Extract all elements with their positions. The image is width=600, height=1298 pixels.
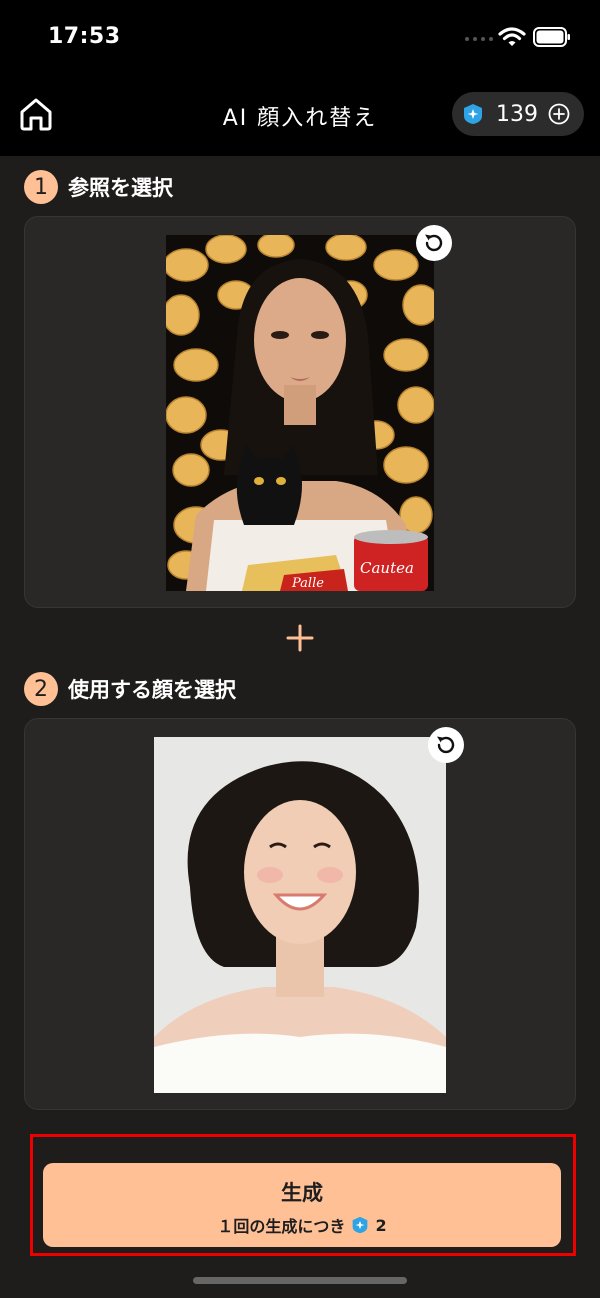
wifi-icon [498, 27, 526, 46]
generate-cost: １回の生成につき 2 [43, 1213, 561, 1237]
reference-photo-illustration: Palle Cautea [166, 235, 434, 591]
app-header: AI 顔入れ替え 139 [0, 70, 600, 156]
step-2-label: 使用する顔を選択 [68, 678, 236, 702]
generate-highlight-frame: 生成 １回の生成につき 2 [30, 1134, 576, 1256]
refresh-icon [425, 234, 443, 252]
credits-badge[interactable]: 139 [452, 92, 584, 136]
face-image[interactable] [154, 737, 446, 1093]
step-1-label: 参照を選択 [68, 176, 173, 200]
credit-gem-icon [353, 1216, 368, 1234]
face-card[interactable] [24, 718, 576, 1110]
status-bar: 17:53 [0, 0, 600, 70]
reference-card[interactable]: Palle Cautea [24, 216, 576, 608]
replace-reference-button[interactable] [416, 225, 452, 261]
credit-gem-icon [464, 104, 482, 124]
cellular-signal-icon [465, 37, 493, 41]
step-2-heading: 2 使用する顔を選択 [24, 672, 236, 706]
bag-text: Palle [291, 576, 324, 591]
step-1-number: 1 [24, 170, 58, 204]
credit-count: 139 [496, 101, 538, 127]
plus-separator-icon [286, 624, 314, 652]
generate-button[interactable]: 生成 １回の生成につき 2 [43, 1163, 561, 1247]
add-credits-icon[interactable] [548, 103, 570, 125]
generate-cost-value: 2 [375, 1215, 387, 1235]
home-indicator [193, 1277, 407, 1284]
step-2-number: 2 [24, 672, 58, 706]
can-text: Cautea [360, 559, 414, 577]
status-time: 17:53 [48, 24, 121, 49]
reference-image[interactable]: Palle Cautea [166, 235, 434, 591]
main-content: 1 参照を選択 Palle Cautea 2 使用する顔を選択 生成 １回の生成… [0, 156, 600, 1298]
refresh-icon [437, 736, 455, 754]
generate-label: 生成 [281, 1181, 323, 1205]
replace-face-button[interactable] [428, 727, 464, 763]
step-1-heading: 1 参照を選択 [24, 170, 173, 204]
battery-icon [533, 27, 570, 47]
generate-cost-text: １回の生成につき [217, 1217, 346, 1236]
face-photo-illustration [154, 737, 446, 1093]
